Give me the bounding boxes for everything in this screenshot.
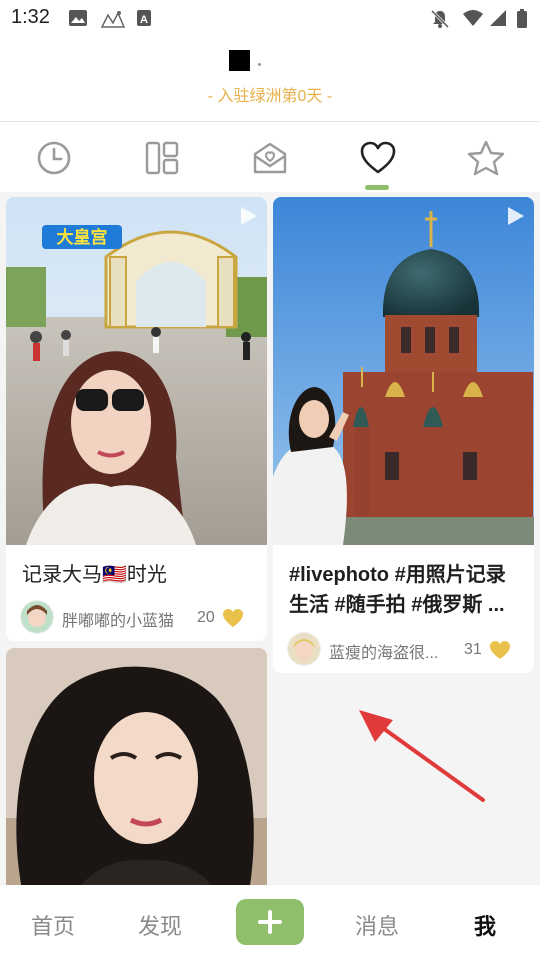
- active-tab-indicator: [365, 185, 389, 190]
- like-count: 20: [197, 609, 215, 626]
- svg-text:A: A: [140, 14, 148, 26]
- tab-messages-heart[interactable]: [250, 138, 290, 178]
- post-image: [6, 648, 267, 885]
- heart-icon: [360, 141, 396, 174]
- image-caption: 大皇宫: [57, 227, 108, 248]
- nav-home[interactable]: 首页: [31, 909, 75, 941]
- sketch-app-icon: [100, 9, 126, 34]
- heart-envelope-icon: [253, 142, 287, 174]
- like-heart-icon[interactable]: [489, 640, 511, 665]
- grid-layout-icon: [145, 141, 179, 175]
- nav-messages[interactable]: 消息: [355, 909, 399, 941]
- annotation-arrow-icon: [359, 710, 485, 802]
- status-bar: 1:32 A: [0, 0, 540, 36]
- a-letter-icon: A: [136, 9, 152, 32]
- liked-posts-feed[interactable]: 大皇宫 记录大马🇲🇾时光 胖嘟嘟的小蓝猫 20 #livephoto #用照片记…: [0, 192, 540, 885]
- post-title: #livephoto #用照片记录生活 #随手拍 #俄罗斯 ...: [289, 564, 506, 616]
- image-icon: [68, 9, 88, 32]
- author-avatar[interactable]: [287, 632, 321, 666]
- post-title: 记录大马🇲🇾时光: [22, 564, 167, 586]
- tab-layout[interactable]: [142, 138, 182, 178]
- post-image: 大皇宫: [6, 197, 267, 545]
- signal-icon: [489, 9, 507, 32]
- tab-history[interactable]: [34, 138, 74, 178]
- wifi-icon: [462, 9, 484, 32]
- video-play-icon: [237, 205, 259, 232]
- header-divider: [0, 121, 540, 122]
- nav-me[interactable]: 我: [474, 909, 496, 941]
- status-time: 1:32: [11, 6, 50, 28]
- star-icon: [467, 140, 505, 176]
- battery-icon: [516, 9, 528, 34]
- profile-name-dot: [258, 63, 261, 66]
- plus-icon: [258, 910, 282, 934]
- tab-favorites[interactable]: [466, 138, 506, 178]
- author-avatar[interactable]: [20, 600, 54, 634]
- post-card[interactable]: [6, 648, 267, 885]
- post-image: [273, 197, 534, 545]
- author-name[interactable]: 胖嘟嘟的小蓝猫: [62, 607, 174, 631]
- post-card[interactable]: 大皇宫 记录大马🇲🇾时光 胖嘟嘟的小蓝猫 20: [6, 197, 267, 641]
- join-days-label: - 入驻绿洲第0天 -: [207, 88, 333, 105]
- video-play-icon: [504, 205, 526, 232]
- add-post-button[interactable]: [236, 899, 304, 945]
- tab-likes[interactable]: [358, 138, 398, 178]
- history-clock-icon: [37, 141, 71, 175]
- bottom-navigation: 首页 发现 消息 我: [0, 885, 540, 960]
- notifications-off-icon: [430, 9, 450, 34]
- author-name[interactable]: 蓝瘦的海盗很...: [329, 639, 438, 663]
- post-card[interactable]: #livephoto #用照片记录生活 #随手拍 #俄罗斯 ... 蓝瘦的海盗很…: [273, 197, 534, 673]
- like-count: 31: [464, 641, 482, 658]
- like-heart-icon[interactable]: [222, 608, 244, 633]
- nav-discover[interactable]: 发现: [138, 909, 182, 941]
- profile-avatar[interactable]: [229, 50, 250, 71]
